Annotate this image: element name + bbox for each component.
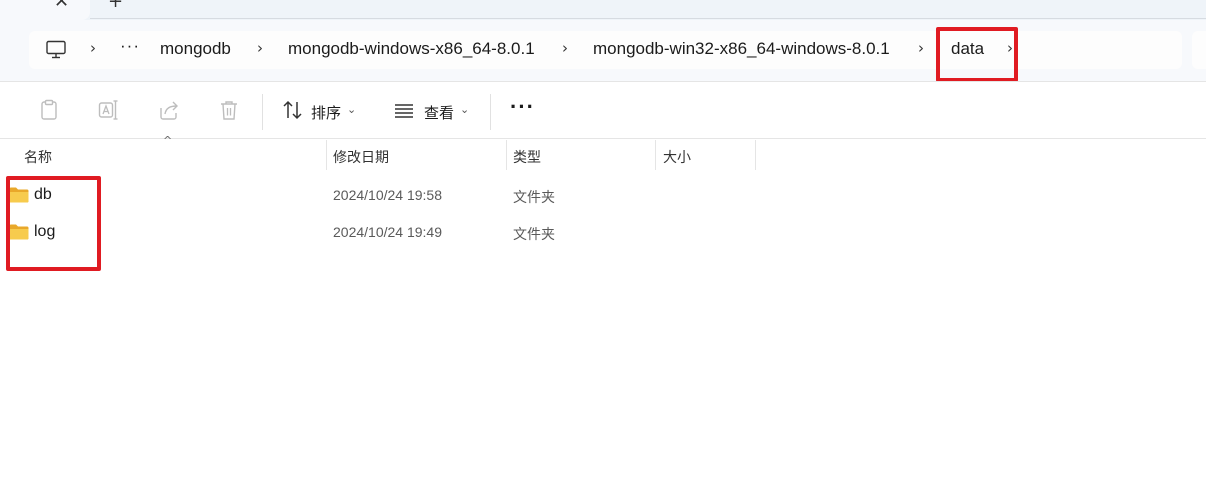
this-pc-icon[interactable]	[45, 40, 67, 60]
chevron-down-icon[interactable]: ⌄	[347, 103, 356, 116]
view-icon[interactable]	[393, 99, 415, 121]
close-tab-icon[interactable]: ✕	[54, 0, 69, 12]
column-separator[interactable]	[655, 140, 656, 170]
breadcrumb-separator-icon[interactable]: ›	[90, 39, 96, 57]
file-date-modified: 2024/10/24 19:49	[333, 224, 442, 240]
column-separator[interactable]	[326, 140, 327, 170]
share-icon[interactable]	[158, 99, 180, 121]
breadcrumb-separator-icon[interactable]: ›	[562, 39, 568, 57]
breadcrumb-mongodb-windows[interactable]: mongodb-windows-x86_64-8.0.1	[288, 39, 535, 59]
file-type: 文件夹	[513, 226, 555, 242]
command-separator	[262, 94, 263, 130]
sort-ascending-icon: ^	[163, 134, 173, 147]
command-bar: 排序 ⌄ 查看 ⌄ ···	[0, 82, 1206, 138]
delete-icon[interactable]	[218, 99, 240, 121]
command-separator	[490, 94, 491, 130]
column-separator[interactable]	[506, 140, 507, 170]
breadcrumb-mongodb[interactable]: mongodb	[160, 39, 231, 59]
copy-icon[interactable]	[38, 99, 60, 121]
tab-divider	[90, 18, 1206, 19]
divider	[0, 138, 1206, 139]
breadcrumb-separator-icon[interactable]: ›	[257, 39, 263, 57]
chevron-down-icon[interactable]: ⌄	[460, 103, 469, 116]
column-header-size[interactable]: 大小	[663, 147, 691, 167]
highlight-box-folders	[6, 176, 101, 271]
active-tab[interactable]	[0, 0, 90, 20]
breadcrumb-mongodb-win32[interactable]: mongodb-win32-x86_64-windows-8.0.1	[593, 39, 890, 59]
search-box[interactable]	[1192, 31, 1206, 69]
more-options-button[interactable]: ···	[510, 94, 535, 120]
column-header-name[interactable]: 名称	[24, 147, 52, 167]
list-item[interactable]: db 2024/10/24 19:58 文件夹	[0, 177, 1206, 213]
list-item[interactable]: log 2024/10/24 19:49 文件夹	[0, 214, 1206, 250]
sort-button[interactable]: 排序	[311, 102, 341, 123]
column-header-type[interactable]: 类型	[513, 147, 541, 167]
breadcrumb-separator-icon[interactable]: ›	[918, 39, 924, 57]
column-separator[interactable]	[755, 140, 756, 170]
column-header-date-modified[interactable]: 修改日期	[333, 147, 389, 167]
tab-strip: ✕ +	[0, 0, 1206, 20]
sort-icon[interactable]	[282, 99, 304, 121]
new-tab-icon[interactable]: +	[108, 0, 123, 12]
file-date-modified: 2024/10/24 19:58	[333, 187, 442, 203]
highlight-box-current-folder	[936, 27, 1018, 82]
breadcrumb-overflow-button[interactable]: ···	[120, 36, 140, 56]
view-button[interactable]: 查看	[424, 102, 454, 123]
rename-icon[interactable]	[98, 99, 120, 121]
file-type: 文件夹	[513, 189, 555, 205]
